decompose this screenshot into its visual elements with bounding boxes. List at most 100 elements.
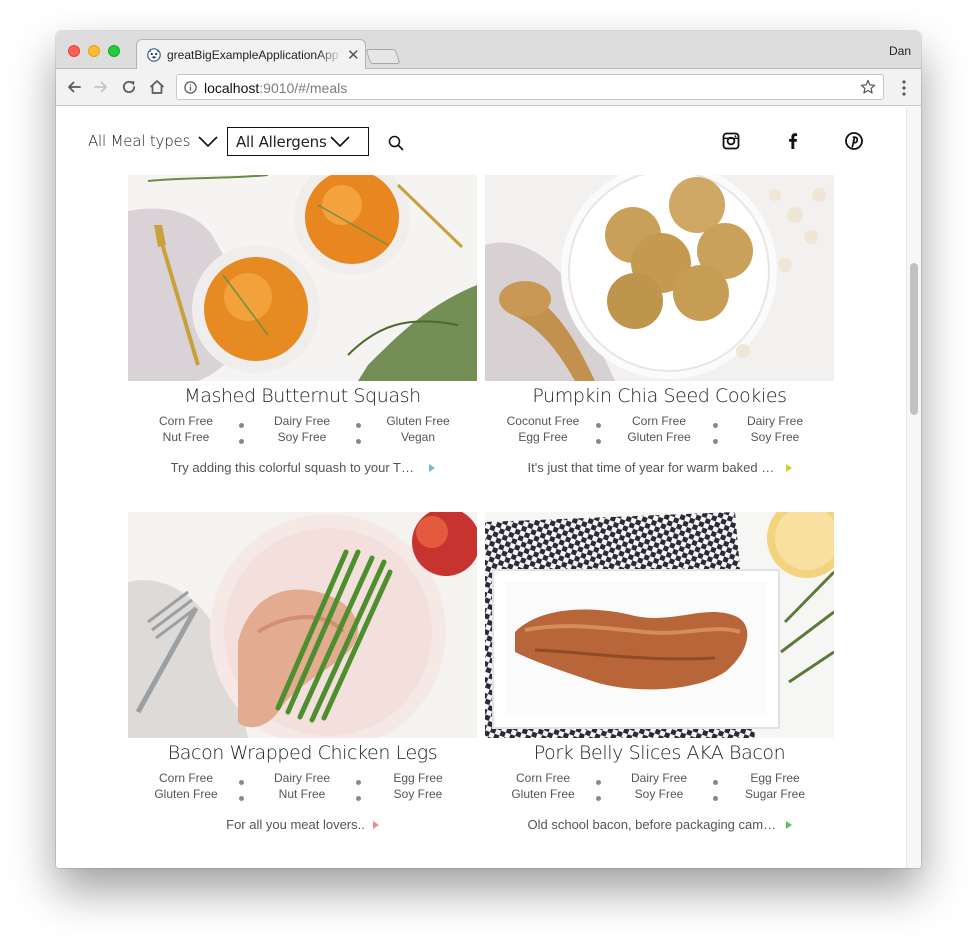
allergen-tag: Vegan [400,430,436,444]
tag-separator-dot [713,796,718,801]
tag-separator-dot [596,780,601,785]
allergen-tag: Gluten Free [154,787,218,801]
allergen-tag: Egg Free [750,771,800,785]
meal-photo-cookies[interactable] [485,175,834,381]
info-icon[interactable] [184,81,197,94]
tag-separator-dot [356,796,361,801]
url-path: :9010/#/meals [259,80,348,96]
meal-type-label: All Meal types [88,132,191,150]
allergen-tag: Dairy Free [746,414,803,428]
back-arrow-icon[interactable] [65,78,83,96]
allergen-tag: Dairy Free [273,771,330,785]
tag-separator-dot [596,439,601,444]
meal-description-link[interactable]: Try adding this colorful squash to your … [128,459,477,475]
new-tab-button[interactable] [365,49,401,64]
meal-title[interactable]: Bacon Wrapped Chicken Legs [128,742,477,764]
allergen-tag: Soy Free [277,430,327,444]
allergen-tag: Corn Free [515,771,571,785]
meal-description-link[interactable]: Old school bacon, before packaging came … [485,816,834,832]
reload-icon[interactable] [120,78,138,96]
meal-photo-bacon[interactable] [485,512,834,738]
close-window-button[interactable] [68,45,80,57]
tag-separator-dot [356,439,361,444]
browser-toolbar: localhost:9010/#/meals [56,69,921,106]
meal-title[interactable]: Pumpkin Chia Seed Cookies [485,385,834,407]
allergen-tag: Corn Free [631,414,687,428]
meal-photo-squash[interactable] [128,175,477,381]
tab-close-icon[interactable]: ✕ [347,46,360,64]
meal-title[interactable]: Mashed Butternut Squash [128,385,477,407]
tag-separator-dot [713,780,718,785]
allergen-label: All Allergens [236,133,327,151]
allergen-tag: Nut Free [162,430,210,444]
tag-separator-dot [239,796,244,801]
facebook-icon[interactable] [783,131,803,151]
tag-separator-dot [239,439,244,444]
allergen-tag: Egg Free [393,771,443,785]
meal-type-dropdown[interactable]: All Meal types [88,132,218,154]
dog-face-icon [147,48,161,62]
maximize-window-button[interactable] [108,45,120,57]
instagram-icon[interactable] [721,131,741,151]
profile-name[interactable]: Dan [889,44,911,58]
browser-tab[interactable]: greatBigExampleApplicationApp ✕ [136,39,366,70]
scrollbar-thumb[interactable] [910,263,918,415]
tag-separator-dot [356,780,361,785]
meal-photo-chicken[interactable] [128,512,477,738]
allergen-tag: Corn Free [158,414,214,428]
meal-title[interactable]: Pork Belly Slices AKA Bacon [485,742,834,764]
pinterest-icon[interactable] [844,131,864,151]
page-viewport: All Meal types All Allergens Mashed Butt… [56,107,921,868]
meal-description: Try adding this colorful squash to your … [170,460,421,476]
allergen-tag: Egg Free [518,430,568,444]
address-bar[interactable]: localhost:9010/#/meals [176,74,884,100]
allergen-tag: Soy Free [750,430,800,444]
bookmark-star-icon[interactable] [860,79,876,95]
chevron-down-icon [330,136,350,148]
allergen-tag: Coconut Free [506,414,580,428]
allergen-tag: Dairy Free [273,414,330,428]
tag-separator-dot [239,423,244,428]
search-icon[interactable] [388,135,404,151]
tag-separator-dot [713,423,718,428]
allergen-tags: Coconut Free Corn Free Dairy Free Egg Fr… [485,414,834,450]
vertical-scrollbar[interactable] [906,107,921,868]
url-host: localhost [204,80,260,96]
play-arrow-icon [428,463,435,472]
allergen-tag: Soy Free [393,787,443,801]
chevron-down-icon [198,136,218,148]
minimize-window-button[interactable] [88,45,100,57]
play-arrow-icon [785,463,792,472]
meal-description-link[interactable]: It's just that time of year for warm bak… [485,459,834,475]
meal-description-link[interactable]: For all you meat lovers.. [128,816,477,832]
more-menu-icon[interactable] [898,79,910,97]
allergen-tags: Corn Free Dairy Free Egg Free Gluten Fre… [128,771,477,807]
meal-description: It's just that time of year for warm bak… [527,460,778,476]
tag-separator-dot [596,796,601,801]
tag-separator-dot [356,423,361,428]
tag-separator-dot [239,780,244,785]
tab-title: greatBigExampleApplicationApp [167,48,343,62]
meal-description: Old school bacon, before packaging came … [527,817,778,833]
allergen-tags: Corn Free Dairy Free Egg Free Gluten Fre… [485,771,834,807]
title-bar: greatBigExampleApplicationApp ✕ Dan [56,31,921,70]
allergen-tag: Nut Free [278,787,326,801]
allergen-tag: Gluten Free [386,414,450,428]
tag-separator-dot [713,439,718,444]
play-arrow-icon [372,820,379,829]
forward-arrow-icon[interactable] [92,78,110,96]
home-icon[interactable] [148,78,166,96]
meal-description: For all you meat lovers.. [226,817,365,833]
allergen-tag: Soy Free [634,787,684,801]
allergen-dropdown[interactable]: All Allergens [227,127,369,156]
allergen-tag: Sugar Free [744,787,806,801]
filter-bar: All Meal types All Allergens [56,107,906,171]
tag-separator-dot [596,423,601,428]
allergen-tag: Gluten Free [511,787,575,801]
play-arrow-icon [785,820,792,829]
allergen-tag: Corn Free [158,771,214,785]
allergen-tag: Dairy Free [630,771,687,785]
url-text[interactable]: localhost:9010/#/meals [204,80,347,96]
browser-window: greatBigExampleApplicationApp ✕ Dan loca… [56,31,921,868]
allergen-tag: Gluten Free [627,430,691,444]
